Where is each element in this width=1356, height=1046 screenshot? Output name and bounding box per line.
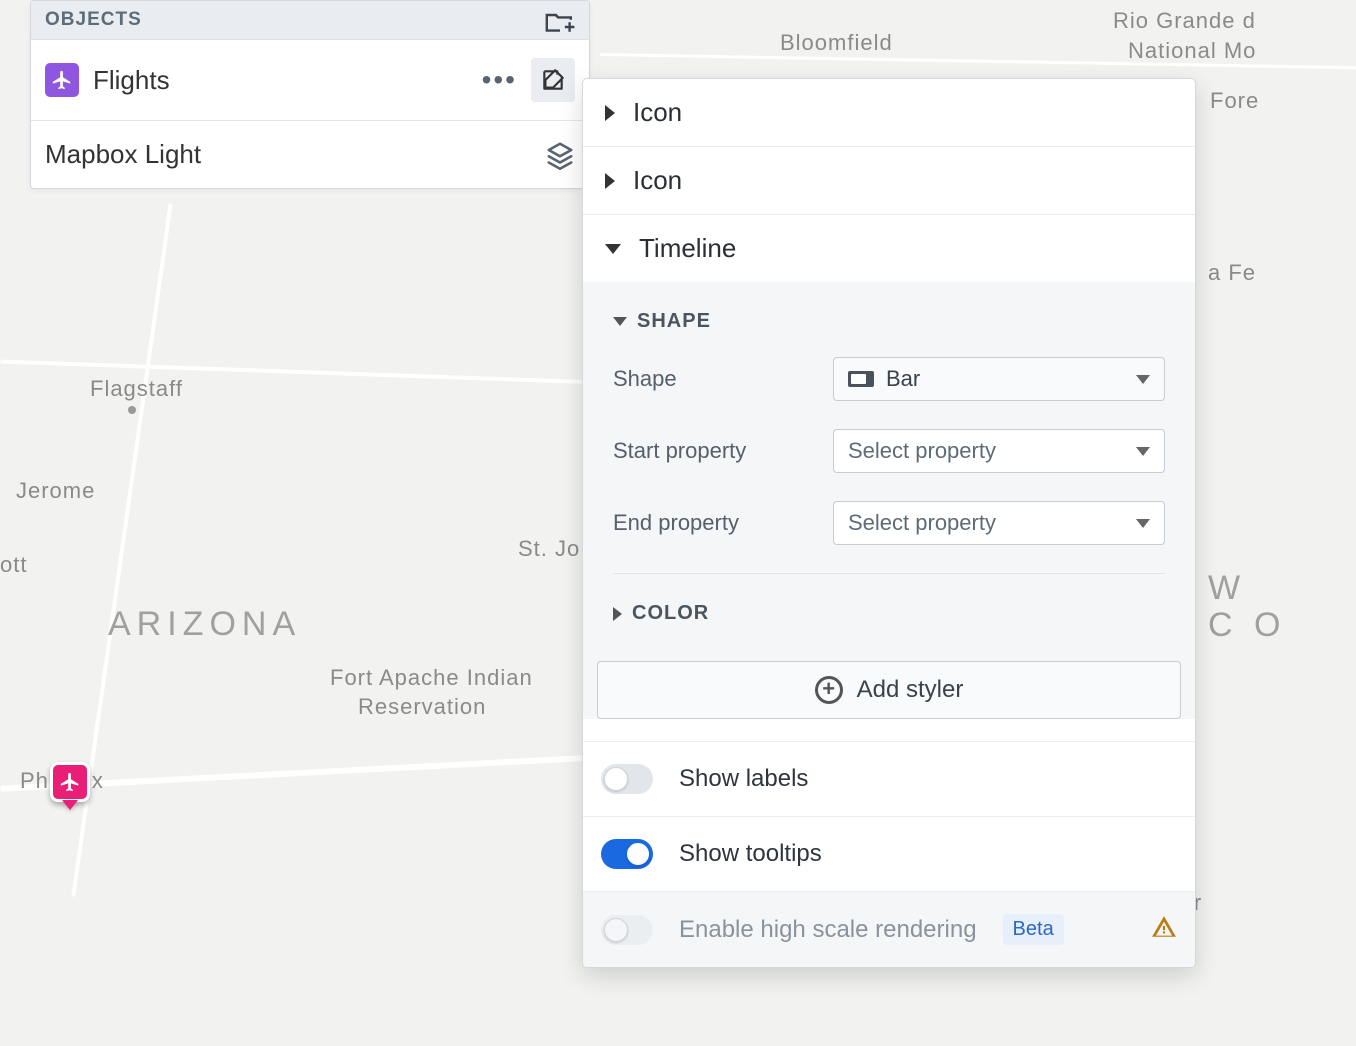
map-label-fore: Fore: [1210, 88, 1259, 114]
chevron-down-icon: [1136, 447, 1150, 456]
layer-name: Flights: [93, 65, 462, 96]
timeline-body: SHAPE Shape Bar Start property Select pr…: [583, 282, 1195, 719]
layer-name: Mapbox Light: [45, 139, 531, 170]
map-label-jerome: Jerome: [16, 478, 95, 504]
end-property-select[interactable]: Select property: [833, 501, 1165, 545]
start-property-select[interactable]: Select property: [833, 429, 1165, 473]
layer-row-flights[interactable]: Flights •••: [31, 40, 589, 121]
toggle-label: Show tooltips: [679, 840, 822, 868]
objects-header: OBJECTS: [31, 1, 589, 40]
map-label-national-mo: National Mo: [1128, 38, 1256, 64]
map-marker[interactable]: [50, 762, 90, 814]
subheader-label: COLOR: [632, 602, 709, 625]
high-scale-row: Enable high scale rendering Beta: [583, 891, 1195, 967]
layers-icon[interactable]: [545, 140, 575, 170]
map-label-stjo: St. Jo: [518, 536, 580, 562]
shape-select[interactable]: Bar: [833, 357, 1165, 401]
accordion-label: Icon: [633, 165, 682, 196]
caret-right-icon: [613, 607, 622, 621]
map-label-fort-apache-2: Reservation: [358, 694, 486, 720]
map-label-wco: WC O: [1208, 570, 1286, 645]
shape-field: Shape Bar: [583, 343, 1195, 415]
select-value: Select property: [848, 510, 1124, 536]
map-label-fort-apache-1: Fort Apache Indian: [330, 665, 533, 691]
beta-tag: Beta: [1003, 914, 1064, 945]
map-label-arizona: ARIZONA: [108, 605, 301, 644]
caret-down-icon: [605, 244, 621, 254]
objects-title: OBJECTS: [45, 9, 142, 31]
show-tooltips-toggle[interactable]: [601, 839, 653, 869]
toggle-label: Enable high scale rendering: [679, 916, 977, 944]
add-styler-button[interactable]: Add styler: [597, 661, 1181, 719]
layer-row-basemap[interactable]: Mapbox Light: [31, 121, 589, 188]
caret-icon: [605, 105, 615, 121]
toggle-label: Show labels: [679, 765, 808, 793]
field-label: Start property: [613, 438, 813, 464]
caret-icon: [605, 173, 615, 189]
map-city-dot: [128, 406, 136, 414]
accordion-label: Icon: [633, 97, 682, 128]
select-value: Bar: [886, 366, 1124, 392]
show-labels-row: Show labels: [583, 741, 1195, 816]
divider: [613, 573, 1165, 574]
accordion-icon-2[interactable]: Icon: [583, 147, 1195, 215]
accordion-icon-1[interactable]: Icon: [583, 79, 1195, 147]
end-property-field: End property Select property: [583, 487, 1195, 559]
warning-icon[interactable]: [1151, 914, 1177, 945]
show-labels-toggle[interactable]: [601, 764, 653, 794]
caret-down-icon: [613, 317, 627, 326]
show-tooltips-row: Show tooltips: [583, 816, 1195, 891]
field-label: Shape: [613, 366, 813, 392]
start-property-field: Start property Select property: [583, 415, 1195, 487]
add-styler-label: Add styler: [857, 676, 964, 704]
plus-circle-icon: [815, 676, 843, 704]
map-label-afe: a Fe: [1208, 260, 1256, 286]
accordion-timeline[interactable]: Timeline: [583, 215, 1195, 282]
color-subheader[interactable]: COLOR: [583, 588, 1195, 645]
subheader-label: SHAPE: [637, 310, 711, 333]
chevron-down-icon: [1136, 519, 1150, 528]
airplane-icon: [50, 762, 90, 802]
chevron-down-icon: [1136, 375, 1150, 384]
objects-panel: OBJECTS Flights ••• Mapbox Light: [30, 0, 590, 189]
map-label-bloomfield: Bloomfield: [780, 30, 893, 56]
bar-icon: [848, 371, 874, 387]
airplane-icon: [45, 63, 79, 97]
field-label: End property: [613, 510, 813, 536]
style-popup: Icon Icon Timeline SHAPE Shape Bar Start…: [582, 78, 1196, 968]
edit-button[interactable]: [531, 58, 575, 102]
high-scale-toggle[interactable]: [601, 915, 653, 945]
map-label-ott: ott: [0, 552, 27, 578]
map-label-rio-grande: Rio Grande d: [1113, 8, 1256, 34]
shape-subheader[interactable]: SHAPE: [583, 296, 1195, 343]
select-value: Select property: [848, 438, 1124, 464]
map-label-flagstaff: Flagstaff: [90, 376, 183, 402]
accordion-label: Timeline: [639, 233, 736, 264]
add-folder-icon[interactable]: [545, 9, 575, 31]
